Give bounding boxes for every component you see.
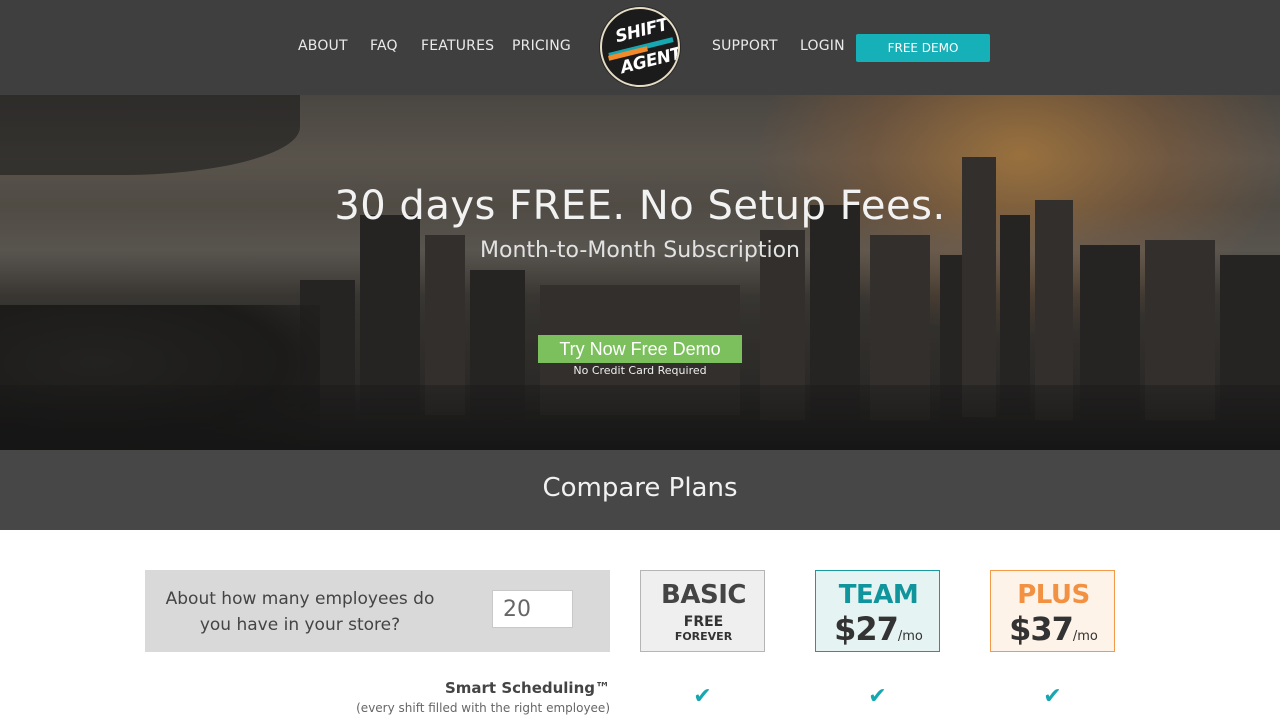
plan-card-basic[interactable]: BASIC FREE FOREVER [640, 570, 765, 652]
nav-link-login[interactable]: LOGIN [800, 38, 845, 54]
top-navigation: ABOUT FAQ FEATURES PRICING SHIFT AGENT S… [0, 0, 1280, 95]
plan-name: BASIC [661, 580, 746, 610]
hero-ground [0, 385, 1280, 450]
plan-free-label: FREE [683, 614, 724, 630]
employee-count-question: About how many employees do you have in … [165, 589, 435, 635]
nav-link-about[interactable]: ABOUT [298, 38, 348, 54]
feature-title: Smart Scheduling™ [444, 679, 610, 697]
plan-price: $37/mo [991, 610, 1116, 648]
no-credit-card-note: No Credit Card Required [573, 364, 707, 377]
compare-plans-bar: Compare Plans [0, 450, 1280, 530]
plan-name: PLUS [1017, 580, 1090, 610]
compare-plans-title: Compare Plans [542, 473, 738, 503]
nav-link-pricing[interactable]: PRICING [512, 38, 571, 54]
employee-count-input[interactable] [492, 590, 573, 628]
plan-forever-label: FOREVER [674, 630, 733, 643]
shift-agent-logo[interactable]: SHIFT AGENT [600, 7, 680, 87]
plan-price-period: /mo [897, 629, 923, 644]
hero-headline: 30 days FREE. No Setup Fees. [334, 183, 946, 229]
employee-count-panel: About how many employees do you have in … [145, 570, 610, 652]
check-icon: ✔ [1043, 684, 1062, 709]
plan-price-amount: $37 [1009, 610, 1074, 648]
plan-price-amount: $27 [834, 610, 899, 648]
check-icon: ✔ [693, 684, 712, 709]
free-demo-button[interactable]: FREE DEMO [856, 34, 990, 62]
nav-link-features[interactable]: FEATURES [421, 38, 494, 54]
hero-banner: 30 days FREE. No Setup Fees. Month-to-Mo… [0, 95, 1280, 450]
try-free-demo-button[interactable]: Try Now Free Demo [538, 335, 742, 363]
nav-link-faq[interactable]: FAQ [370, 38, 398, 54]
plan-name: TEAM [838, 580, 919, 610]
plan-price: $27/mo [816, 610, 941, 648]
nav-link-support[interactable]: SUPPORT [712, 38, 778, 54]
plan-card-team[interactable]: TEAM $27/mo [815, 570, 940, 652]
plan-card-plus[interactable]: PLUS $37/mo [990, 570, 1115, 652]
check-icon: ✔ [868, 684, 887, 709]
hero-subheadline: Month-to-Month Subscription [480, 238, 800, 263]
feature-subtitle: (every shift filled with the right emplo… [356, 701, 610, 715]
plan-price-period: /mo [1072, 629, 1098, 644]
